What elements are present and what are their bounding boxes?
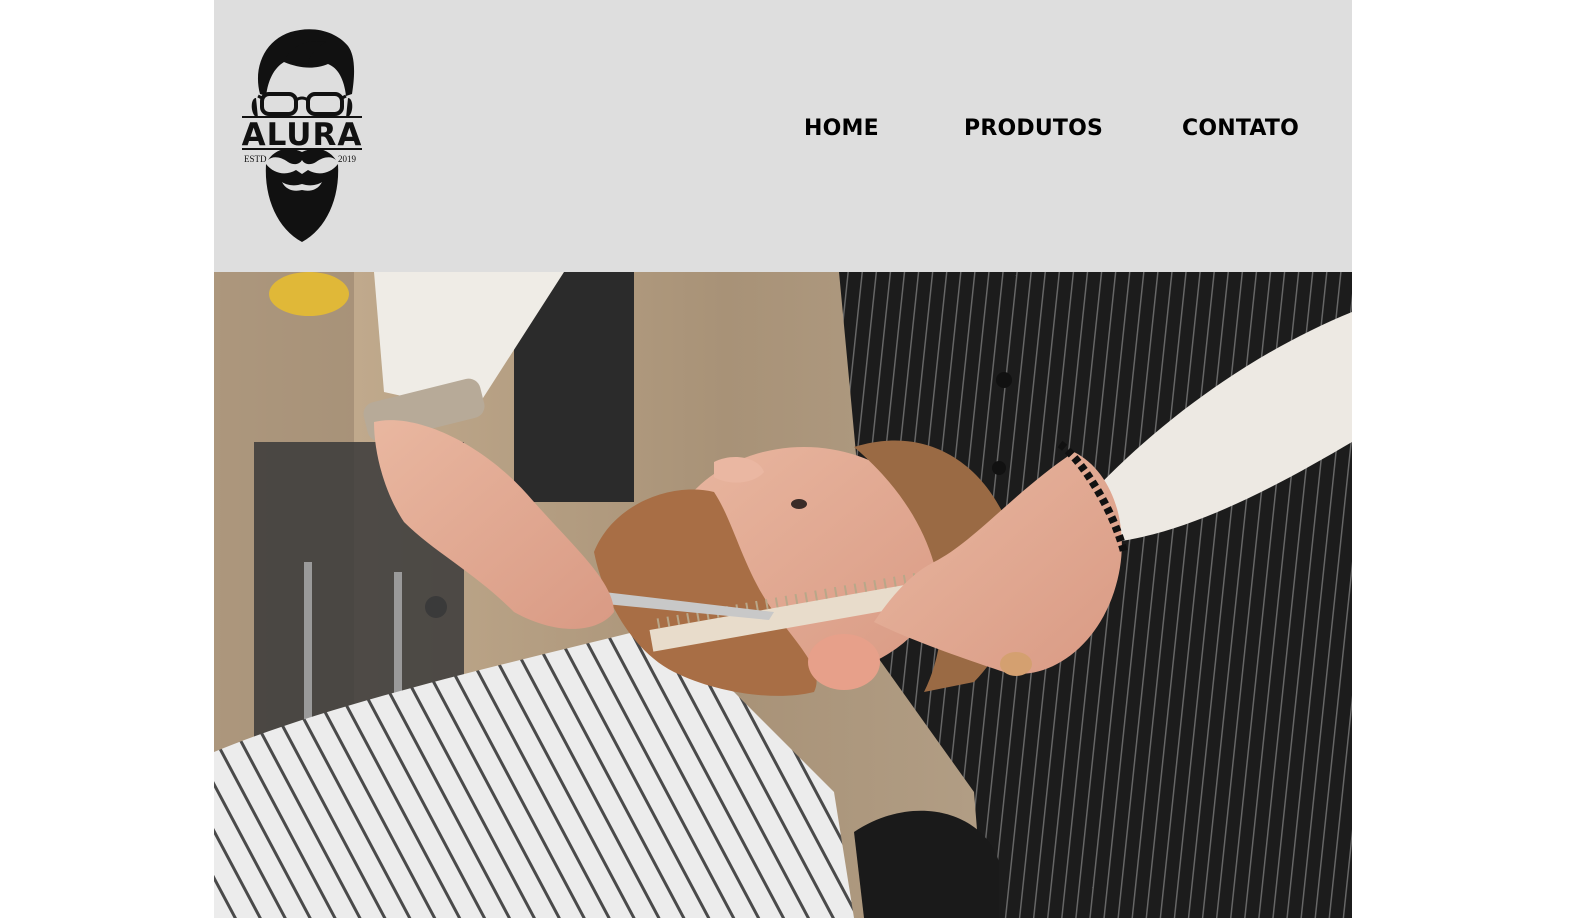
site-header: ESTD 2019 ALURA HOME PRODUTOS CONTATO [214,0,1352,272]
barber-trimming-beard-photo [214,272,1352,918]
main-nav: HOME PRODUTOS CONTATO [214,116,1352,146]
svg-text:ESTD: ESTD [244,154,267,164]
svg-text:2019: 2019 [338,154,357,164]
nav-produtos-link[interactable]: PRODUTOS [964,116,1103,141]
hero-image [214,272,1352,918]
nav-contato-link[interactable]: CONTATO [1182,116,1299,141]
page: ESTD 2019 ALURA HOME PRODUTOS CONTATO [214,0,1352,918]
nav-home-link[interactable]: HOME [804,116,879,141]
